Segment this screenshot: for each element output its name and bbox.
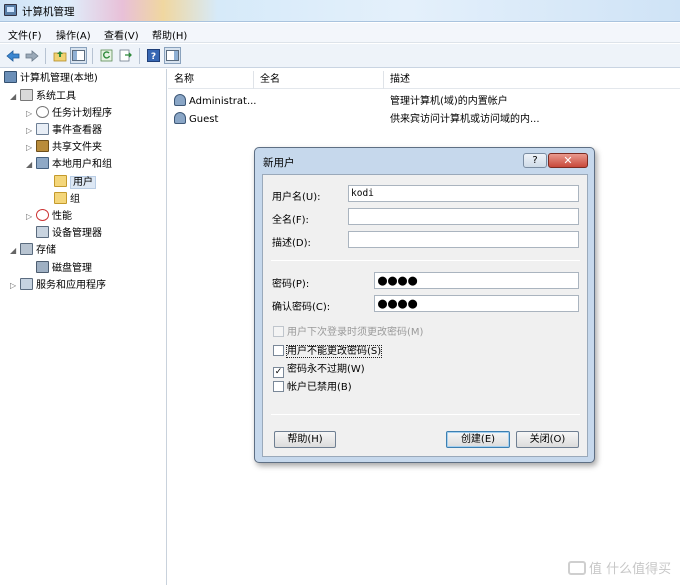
storage-icon xyxy=(20,243,33,255)
shared-folder-icon xyxy=(36,140,49,152)
separator xyxy=(271,260,580,261)
event-viewer-icon xyxy=(36,123,49,135)
checkbox-box xyxy=(273,381,284,392)
password-field[interactable]: ●●●● xyxy=(374,272,579,289)
performance-icon xyxy=(36,209,49,221)
user-name: Administrat... xyxy=(189,96,257,107)
separator xyxy=(271,414,580,415)
column-header-name[interactable]: 名称 xyxy=(168,71,254,89)
computer-icon xyxy=(4,71,17,83)
user-icon xyxy=(174,94,186,106)
refresh-icon[interactable] xyxy=(98,47,115,64)
tree-item-task-scheduler[interactable]: ▷ 任务计划程序 xyxy=(26,106,112,122)
window-title: 计算机管理 xyxy=(22,6,75,18)
user-description: 管理计算机(域)的内置帐户 xyxy=(390,96,508,107)
expand-arrow-icon[interactable]: ▷ xyxy=(26,106,36,122)
folder-icon xyxy=(54,192,67,204)
expand-arrow-icon[interactable]: ▷ xyxy=(26,140,36,156)
confirm-password-field[interactable]: ●●●● xyxy=(374,295,579,312)
dialog-body: 用户名(U): kodi 全名(F): 描述(D): 密码(P): ●●●● 确… xyxy=(262,174,588,457)
back-arrow-icon[interactable] xyxy=(4,47,21,64)
user-icon xyxy=(174,112,186,124)
dialog-close-icon[interactable]: ✕ xyxy=(548,153,588,168)
must-change-password-checkbox[interactable]: 用户下次登录时须更改密码(M) xyxy=(273,325,423,340)
watermark-logo-icon xyxy=(568,561,586,575)
expand-arrow-icon[interactable]: ▷ xyxy=(10,278,20,294)
forward-arrow-icon[interactable] xyxy=(23,47,40,64)
new-user-dialog: 新用户 ? ✕ 用户名(U): kodi 全名(F): 描述(D): 密码(P)… xyxy=(254,147,595,463)
cannot-change-password-checkbox[interactable]: 用户不能更改密码(S) xyxy=(273,344,383,359)
tree-item-storage[interactable]: ◢ 存储 xyxy=(10,243,56,259)
expand-arrow-icon[interactable]: ▷ xyxy=(26,123,36,139)
menu-view[interactable]: 查看(V) xyxy=(104,27,139,42)
tools-icon xyxy=(20,89,33,101)
check-mark-icon: ✓ xyxy=(273,367,284,378)
description-field[interactable] xyxy=(348,231,579,248)
clock-icon xyxy=(36,106,49,118)
column-header-fullname[interactable]: 全名 xyxy=(254,71,384,89)
confirm-password-label: 确认密码(C): xyxy=(272,302,331,313)
tree-item-users[interactable]: 用户 xyxy=(54,175,96,191)
checkbox-box xyxy=(273,326,284,337)
checkbox-box xyxy=(273,345,284,356)
toolbar: ? xyxy=(0,44,680,68)
username-label: 用户名(U): xyxy=(272,192,321,203)
password-label: 密码(P): xyxy=(272,279,310,290)
fullname-field[interactable] xyxy=(348,208,579,225)
svg-text:?: ? xyxy=(151,52,156,62)
watermark: 值 什么值得买 xyxy=(568,558,671,577)
navigation-tree: 计算机管理(本地) ◢ 系统工具 ▷ 任务计划程序 ▷ 事件查看器 ▷ 共享文件夹 ◢ 本… xyxy=(0,69,167,585)
column-header-description[interactable]: 描述 xyxy=(384,71,564,89)
username-field[interactable]: kodi xyxy=(348,185,579,202)
properties-icon[interactable] xyxy=(164,47,181,64)
close-button[interactable]: 关闭(O) xyxy=(516,431,579,448)
collapse-arrow-icon[interactable]: ◢ xyxy=(10,89,20,105)
export-list-icon[interactable] xyxy=(117,47,134,64)
services-icon xyxy=(20,278,33,290)
tree-item-shared-folders[interactable]: ▷ 共享文件夹 xyxy=(26,140,102,156)
up-folder-icon[interactable] xyxy=(51,47,68,64)
fullname-label: 全名(F): xyxy=(272,215,309,226)
show-hide-tree-icon[interactable] xyxy=(70,47,87,64)
menu-action[interactable]: 操作(A) xyxy=(56,27,91,42)
table-row[interactable]: Administrat... 管理计算机(域)的内置帐户 xyxy=(168,93,680,110)
tree-root-computer-management[interactable]: 计算机管理(本地) xyxy=(4,71,98,87)
users-group-icon xyxy=(36,157,49,169)
expand-arrow-icon[interactable]: ▷ xyxy=(26,209,36,225)
create-button[interactable]: 创建(E) xyxy=(446,431,510,448)
menu-bar: 文件(F) 操作(A) 查看(V) 帮助(H) xyxy=(0,23,680,43)
tree-item-groups[interactable]: 组 xyxy=(54,192,80,208)
tree-item-device-manager[interactable]: 设备管理器 xyxy=(36,226,102,242)
menu-help[interactable]: 帮助(H) xyxy=(152,27,187,42)
dialog-title: 新用户 xyxy=(263,157,295,169)
user-name: Guest xyxy=(189,114,219,125)
help-icon[interactable]: ? xyxy=(145,47,162,64)
menu-file[interactable]: 文件(F) xyxy=(8,27,42,42)
user-description: 供来宾访问计算机或访问域的内... xyxy=(390,114,540,125)
table-row[interactable]: Guest 供来宾访问计算机或访问域的内... xyxy=(168,111,680,128)
tree-item-services-applications[interactable]: ▷ 服务和应用程序 xyxy=(10,278,106,294)
folder-icon xyxy=(54,175,67,187)
tree-item-event-viewer[interactable]: ▷ 事件查看器 xyxy=(26,123,102,139)
computer-management-icon xyxy=(4,4,17,16)
tree-item-system-tools[interactable]: ◢ 系统工具 xyxy=(10,89,76,105)
password-never-expires-checkbox[interactable]: ✓ 密码永不过期(W) xyxy=(273,362,365,378)
collapse-arrow-icon[interactable]: ◢ xyxy=(10,243,20,259)
help-button[interactable]: 帮助(H) xyxy=(274,431,336,448)
collapse-arrow-icon[interactable]: ◢ xyxy=(26,157,36,173)
account-disabled-checkbox[interactable]: 帐户已禁用(B) xyxy=(273,380,352,395)
device-manager-icon xyxy=(36,226,49,238)
tree-item-local-users-groups[interactable]: ◢ 本地用户和组 xyxy=(26,157,112,173)
window-title-bar[interactable]: 计算机管理 xyxy=(0,0,680,22)
description-label: 描述(D): xyxy=(272,238,311,249)
tree-item-disk-management[interactable]: 磁盘管理 xyxy=(36,261,92,277)
disk-icon xyxy=(36,261,49,273)
dialog-help-icon[interactable]: ? xyxy=(523,153,547,168)
tree-item-performance[interactable]: ▷ 性能 xyxy=(26,209,72,225)
